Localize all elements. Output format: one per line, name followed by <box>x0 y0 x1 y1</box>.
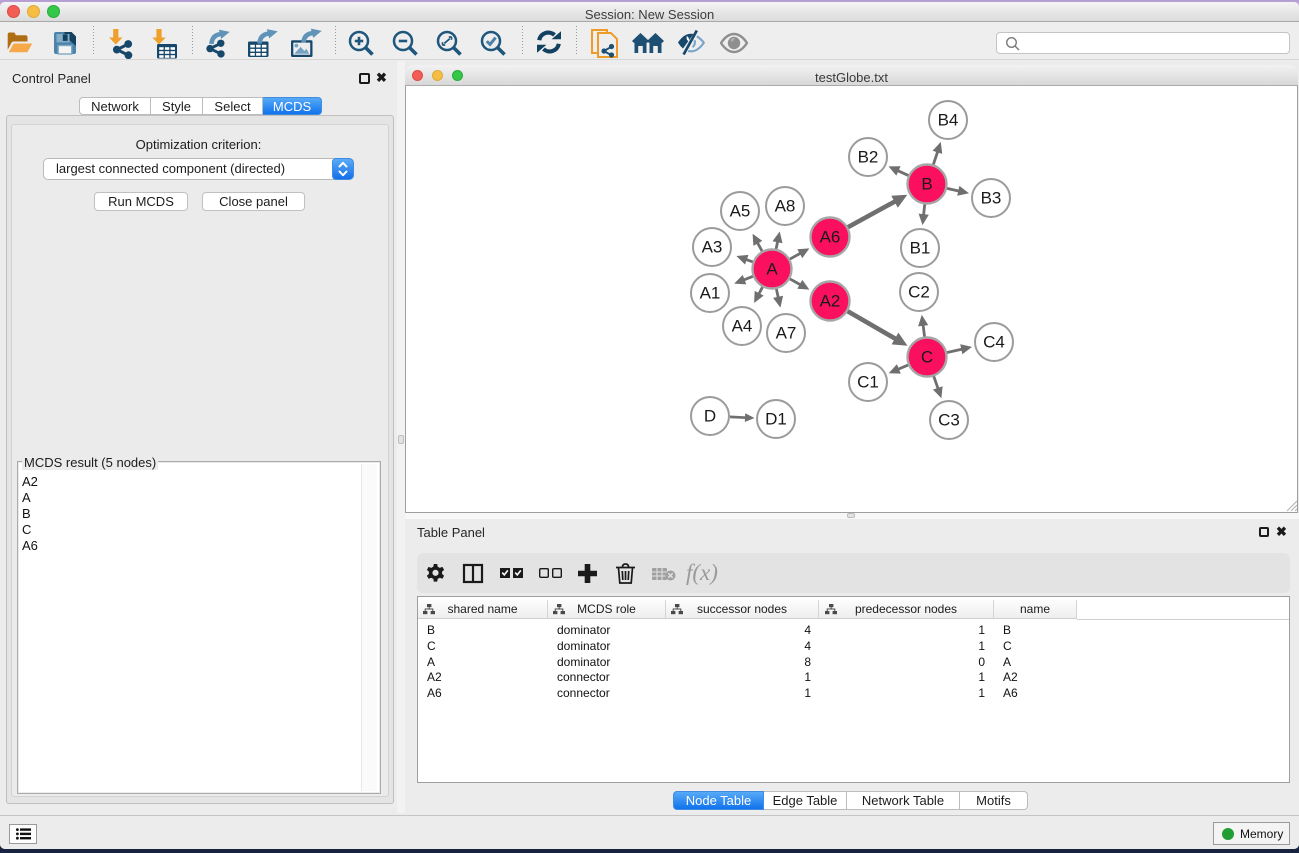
svg-text:A4: A4 <box>732 317 753 336</box>
svg-text:C4: C4 <box>983 333 1005 352</box>
svg-text:C1: C1 <box>857 373 879 392</box>
svg-text:B4: B4 <box>938 111 959 130</box>
svg-text:B1: B1 <box>910 239 931 258</box>
svg-text:A2: A2 <box>820 292 841 311</box>
svg-text:B: B <box>921 175 932 194</box>
svg-text:A5: A5 <box>730 202 751 221</box>
svg-text:A7: A7 <box>776 324 797 343</box>
svg-text:B2: B2 <box>858 148 879 167</box>
svg-text:A: A <box>766 260 778 279</box>
svg-text:C: C <box>921 348 933 367</box>
svg-text:A6: A6 <box>820 228 841 247</box>
svg-text:A1: A1 <box>700 284 721 303</box>
svg-text:B3: B3 <box>981 189 1002 208</box>
svg-text:A3: A3 <box>702 238 723 257</box>
svg-text:C3: C3 <box>938 411 960 430</box>
svg-text:D1: D1 <box>765 410 787 429</box>
svg-text:C2: C2 <box>908 283 930 302</box>
svg-text:D: D <box>704 407 716 426</box>
svg-text:A8: A8 <box>775 197 796 216</box>
